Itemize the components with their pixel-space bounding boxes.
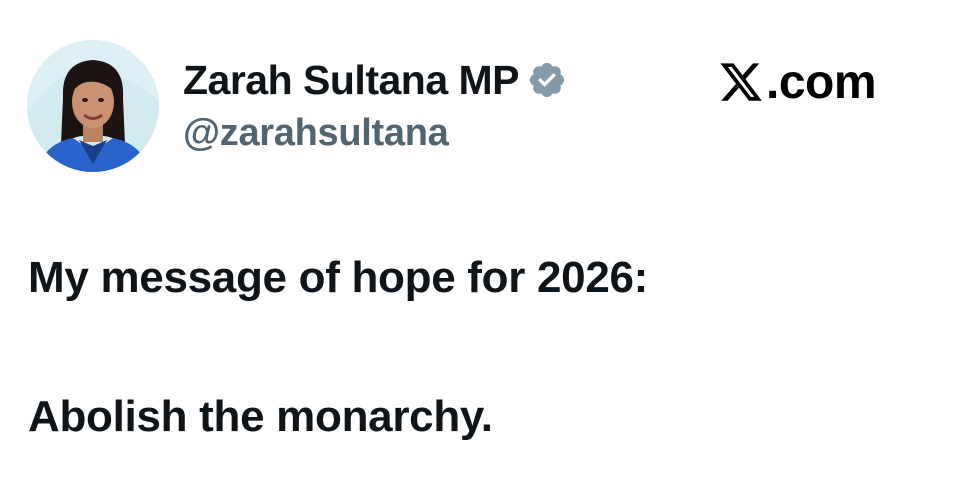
x-logo-icon: [718, 59, 764, 105]
display-name[interactable]: Zarah Sultana MP: [183, 57, 520, 104]
tweet-card: Zarah Sultana MP @zarahsultana .com My m…: [0, 0, 960, 492]
brand-text: .com: [766, 55, 877, 109]
profile-photo-icon: [27, 40, 159, 172]
tweet-text-line: My message of hope for 2026:: [28, 253, 649, 302]
verified-badge-icon[interactable]: [527, 60, 567, 100]
author-handle[interactable]: @zarahsultana: [183, 112, 449, 155]
avatar[interactable]: [27, 40, 159, 172]
tweet-text-line: Abolish the monarchy.: [28, 392, 493, 441]
author-name-row: Zarah Sultana MP: [183, 50, 567, 110]
brand-watermark: .com: [718, 52, 877, 112]
